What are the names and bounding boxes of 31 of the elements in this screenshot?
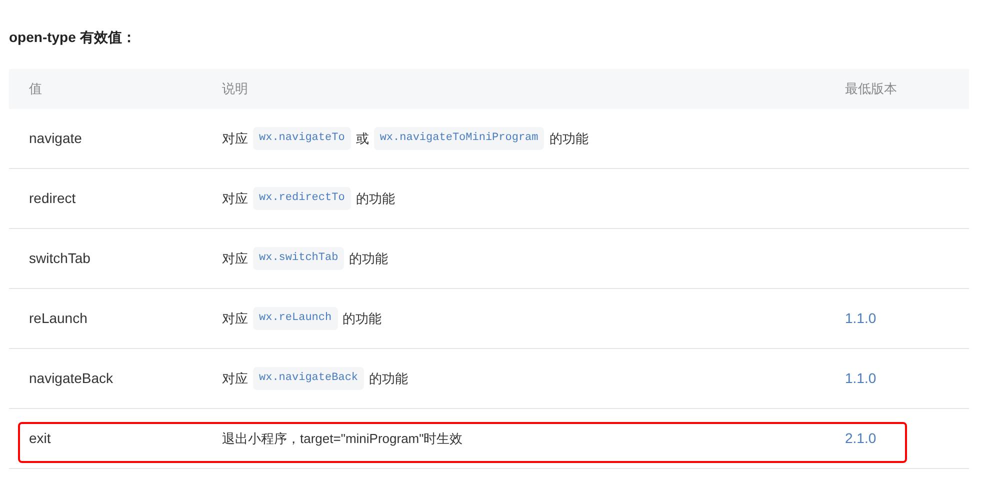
code-snippet: wx.reLaunch <box>253 307 338 330</box>
table-cell: navigate <box>29 130 82 146</box>
table-cell: switchTab <box>29 250 90 266</box>
table-cell: redirect <box>29 190 76 206</box>
version-text: 1.1.0 <box>845 370 876 386</box>
version-text: 1.1.0 <box>845 310 876 326</box>
column-header: 说明 <box>222 81 248 96</box>
description-text: 对应 <box>222 190 248 208</box>
description-text: 对应 <box>222 130 248 148</box>
description-text: 的功能 <box>349 250 388 268</box>
table-cell: reLaunch <box>29 310 88 326</box>
table-cell: navigateBack <box>29 370 114 386</box>
description-text: 的功能 <box>549 130 588 148</box>
description-text: 退出小程序，target="miniProgram"时生效 <box>222 430 463 448</box>
code-snippet: wx.navigateToMiniProgram <box>374 127 544 150</box>
description-text: 对应 <box>222 310 248 328</box>
table-cell: exit <box>29 430 51 446</box>
column-header: 最低版本 <box>845 81 897 96</box>
code-snippet: wx.switchTab <box>253 247 344 270</box>
description-text: 的功能 <box>342 310 382 328</box>
section-title: open-type 有效值： <box>9 29 136 45</box>
description-text: 对应 <box>222 250 248 268</box>
description-text: 的功能 <box>369 370 408 388</box>
description-text: 对应 <box>222 370 248 388</box>
description-text: 或 <box>356 130 369 148</box>
column-header: 值 <box>29 81 42 96</box>
version-text: 2.1.0 <box>845 430 876 446</box>
description-text: 的功能 <box>356 190 395 208</box>
code-snippet: wx.navigateBack <box>253 367 364 390</box>
code-snippet: wx.navigateTo <box>253 127 351 150</box>
code-snippet: wx.redirectTo <box>253 187 351 210</box>
